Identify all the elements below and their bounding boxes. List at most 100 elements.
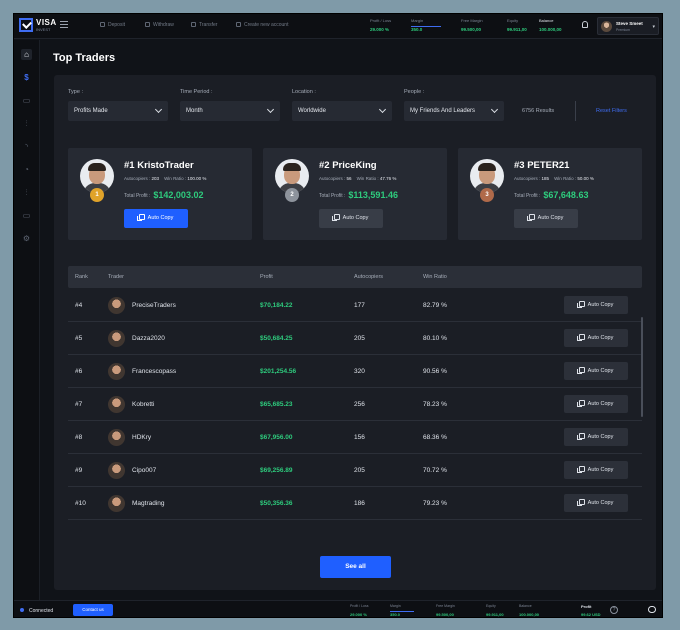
auto-copy-button[interactable]: Auto Copy (319, 209, 383, 228)
menu-icon[interactable] (60, 21, 68, 28)
pie-chart-icon[interactable]: ◔ (21, 164, 32, 175)
autocopiers-cell: 205 (354, 467, 365, 474)
filter-type-select[interactable]: Profits Made (68, 101, 168, 121)
top-trader-card-1: 1 #1 KristoTrader Autocopiers : 203 Win … (68, 148, 252, 240)
add-account-icon (236, 22, 241, 27)
trader-total-profit: Total Profit : $67,648.63 (514, 190, 589, 200)
copy-icon (576, 466, 585, 473)
auto-copy-button[interactable]: Auto Copy (564, 362, 628, 380)
trader-total-profit: Total Profit : $113,591.46 (319, 190, 398, 200)
trader-name[interactable]: Cipo007 (132, 467, 156, 474)
column-win-ratio: Win Ratio (423, 274, 447, 280)
rank-cell: #9 (75, 467, 83, 474)
user-name: Steve Smeet (616, 21, 643, 26)
trader-name[interactable]: Francescopass (132, 368, 176, 375)
footer-stat-free-margin: Free Margin 99.500,00 (436, 604, 455, 617)
autocopiers-cell: 256 (354, 401, 365, 408)
autocopiers-cell: 205 (354, 335, 365, 342)
table-row: #10 Magtrading $50,356.36 186 79.23 % Au… (68, 487, 642, 520)
auto-copy-button[interactable]: Auto Copy (564, 461, 628, 479)
chevron-down-icon (490, 105, 499, 114)
status-bar: Connected Contact us Profit / Loss 29.000… (14, 600, 662, 617)
chevron-down-icon: ▾ (652, 24, 655, 30)
trader-name[interactable]: Dazza2020 (132, 335, 165, 342)
profit-cell: $70,184.22 (260, 302, 293, 309)
divider (575, 101, 576, 121)
footer-stat-margin: Margin 350.0 (390, 604, 414, 617)
rank-cell: #5 (75, 335, 83, 342)
copy-icon (576, 367, 585, 374)
autocopiers-cell: 156 (354, 434, 365, 441)
connection-status: Connected (20, 608, 53, 614)
gold-medal-icon: 1 (90, 188, 104, 202)
status-dot-icon (20, 608, 24, 612)
auto-copy-button[interactable]: Auto Copy (564, 494, 628, 512)
trader-name[interactable]: PreciseTraders (132, 302, 176, 309)
auto-copy-button[interactable]: Auto Copy (564, 428, 628, 446)
footer-profit: Profit 99.62 USD (581, 604, 601, 617)
logo-text: VISA (36, 18, 57, 27)
nav-withdraw[interactable]: Withdraw (145, 22, 174, 28)
nav-create-account[interactable]: Create new account (236, 22, 288, 28)
column-rank: Rank (75, 274, 88, 280)
user-menu[interactable]: Steve Smeet Premium ▾ (597, 17, 659, 35)
table-scrollbar[interactable] (641, 317, 643, 417)
home-icon[interactable]: ⌂ (21, 49, 32, 60)
trader-title: #3 PETER21 (514, 160, 570, 171)
table-row: #5 Dazza2020 $50,684.25 205 80.10 % Auto… (68, 322, 642, 355)
wallet-icon[interactable]: ▭ (21, 95, 32, 106)
filter-period-select[interactable]: Month (180, 101, 280, 121)
profit-cell: $201,254.56 (260, 368, 297, 375)
win-ratio-cell: 70.72 % (423, 467, 447, 474)
stat-margin: Margin 350.0 (411, 18, 441, 32)
trader-name[interactable]: Kobretti (132, 401, 154, 408)
bar-chart-icon[interactable]: ⫶ (21, 118, 32, 129)
contact-us-button[interactable]: Contact us (73, 604, 113, 616)
transfer-icon (191, 22, 196, 27)
nav-transfer[interactable]: Transfer (191, 22, 217, 28)
column-autocopiers: Autocopiers (354, 274, 384, 280)
trader-avatar (108, 495, 125, 512)
trader-name[interactable]: HDKry (132, 434, 151, 441)
nav-deposit[interactable]: Deposit (100, 22, 125, 28)
top-bar: VISA INVEST Deposit Withdraw Transfer Cr… (14, 14, 662, 39)
logo[interactable]: VISA INVEST (19, 18, 59, 34)
help-icon[interactable]: ? (610, 606, 618, 614)
trader-avatar (108, 429, 125, 446)
chevron-down-icon (154, 105, 163, 114)
auto-copy-button[interactable]: Auto Copy (564, 329, 628, 347)
settings-gear-icon[interactable]: ⚙ (21, 233, 32, 244)
reset-filters-link[interactable]: Reset Filters (596, 108, 627, 114)
signal-icon[interactable]: ◝ (21, 141, 32, 152)
top-trader-card-2: 2 #2 PriceKing Autocopiers : 56 Win Rati… (263, 148, 447, 240)
filter-people-select[interactable]: My Friends And Leaders (404, 101, 504, 121)
auto-copy-button[interactable]: Auto Copy (564, 395, 628, 413)
auto-copy-button[interactable]: Auto Copy (124, 209, 188, 228)
trader-avatar (108, 297, 125, 314)
auto-copy-button[interactable]: Auto Copy (564, 296, 628, 314)
copy-icon (331, 214, 340, 221)
trader-avatar (108, 462, 125, 479)
win-ratio-cell: 80.10 % (423, 335, 447, 342)
trader-avatar (108, 330, 125, 347)
rank-cell: #6 (75, 368, 83, 375)
logo-check-icon (19, 18, 33, 32)
dollar-icon[interactable]: $ (21, 72, 32, 83)
footer-stat-equity: Equity 99.911,00 (486, 604, 504, 617)
trader-title: #2 PriceKing (319, 160, 377, 171)
chevron-down-icon (378, 105, 387, 114)
auto-copy-button[interactable]: Auto Copy (514, 209, 578, 228)
app-window: VISA INVEST Deposit Withdraw Transfer Cr… (13, 13, 663, 618)
see-all-button[interactable]: See all (320, 556, 391, 578)
copy-icon (576, 433, 585, 440)
chat-icon[interactable] (648, 606, 656, 613)
page-title: Top Traders (53, 52, 116, 64)
filter-location-select[interactable]: Worldwide (292, 101, 392, 121)
notification-bell-icon[interactable] (582, 21, 588, 28)
stats-icon[interactable]: ⫶ (21, 187, 32, 198)
stat-profit-loss: Profit / Loss 29.000 % (370, 18, 392, 32)
card-icon[interactable]: ▭ (21, 210, 32, 221)
copy-icon (576, 400, 585, 407)
withdraw-icon (145, 22, 150, 27)
trader-name[interactable]: Magtrading (132, 500, 165, 507)
